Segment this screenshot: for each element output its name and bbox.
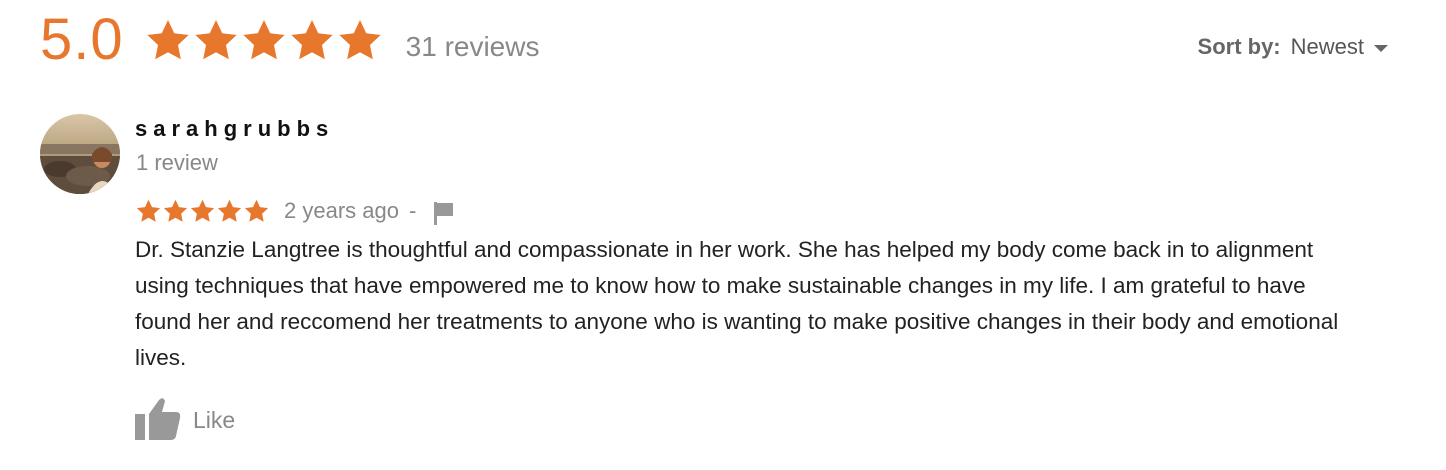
star-icon bbox=[136, 199, 161, 222]
flag-icon[interactable] bbox=[432, 200, 456, 226]
summary-stars bbox=[144, 17, 384, 65]
reviews-panel: 5.0 31 reviews Sort by: Newest sarahgrub… bbox=[0, 0, 1446, 470]
review-text: Dr. Stanzie Langtree is thoughtful and c… bbox=[135, 237, 1339, 370]
like-button[interactable]: Like bbox=[135, 396, 235, 440]
rating-summary: 5.0 31 reviews bbox=[40, 8, 539, 72]
average-rating: 5.0 bbox=[40, 7, 124, 72]
thumbs-up-icon[interactable] bbox=[135, 396, 181, 440]
sort-label: Sort by: bbox=[1197, 34, 1281, 59]
sort-dropdown[interactable]: Sort by: Newest bbox=[1198, 34, 1388, 60]
review-date: 2 years ago bbox=[284, 198, 399, 223]
reviewer-name[interactable]: sarahgrubbs bbox=[135, 116, 334, 142]
avatar[interactable] bbox=[40, 114, 120, 194]
star-icon bbox=[147, 20, 189, 60]
sort-value[interactable]: Newest bbox=[1291, 34, 1364, 60]
like-label[interactable]: Like bbox=[193, 407, 235, 434]
star-icon bbox=[195, 20, 237, 60]
reviewer-review-count: 1 review bbox=[136, 150, 218, 175]
review-stars bbox=[135, 198, 270, 225]
review-meta: 2 years ago - bbox=[135, 196, 456, 226]
star-icon bbox=[217, 199, 242, 222]
total-review-count: 31 reviews bbox=[405, 31, 540, 62]
star-icon bbox=[163, 199, 188, 222]
star-icon bbox=[291, 20, 333, 60]
caret-down-icon[interactable] bbox=[1374, 44, 1388, 52]
meta-separator: - bbox=[408, 198, 417, 223]
user-photo-icon bbox=[40, 114, 120, 194]
star-icon bbox=[244, 199, 269, 222]
star-icon bbox=[243, 20, 285, 60]
star-icon bbox=[339, 20, 381, 60]
star-icon bbox=[190, 199, 215, 222]
